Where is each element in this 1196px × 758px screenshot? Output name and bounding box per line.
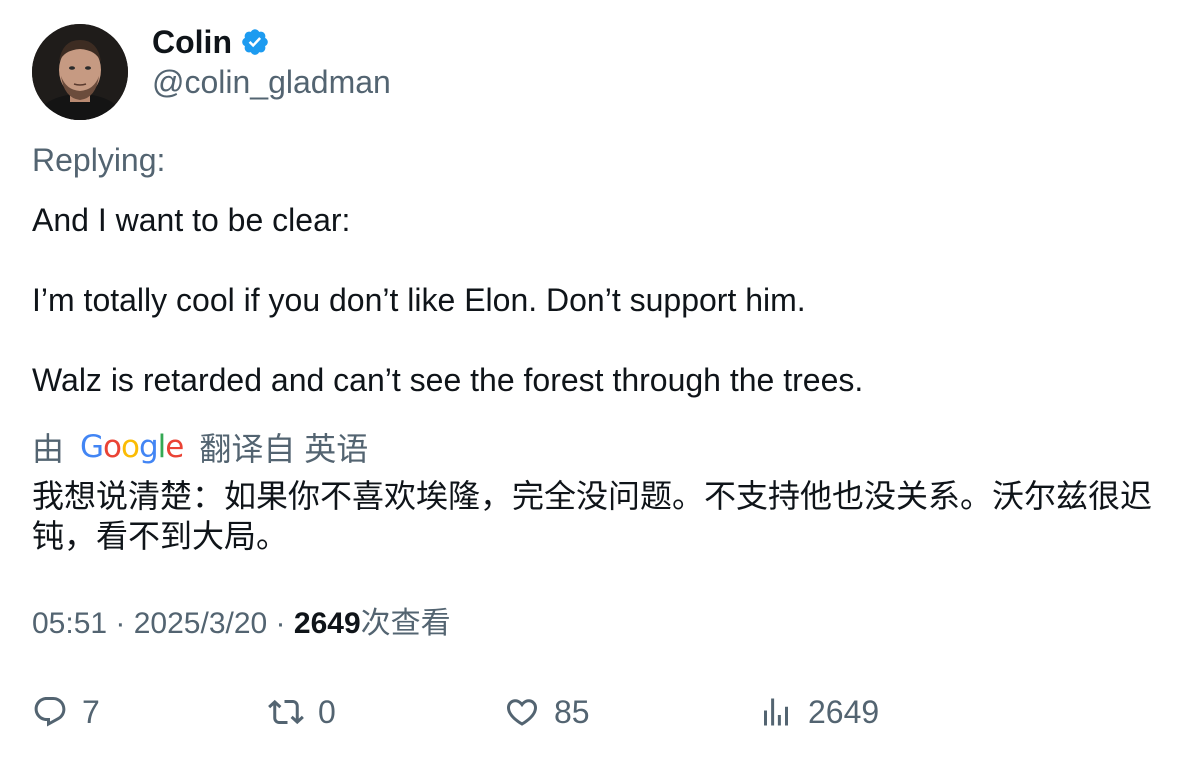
views-count-action: 2649: [808, 693, 880, 730]
retweet-count: 0: [318, 693, 336, 730]
avatar-image: [32, 24, 128, 120]
tweet-time[interactable]: 05:51: [32, 607, 107, 640]
tweet-card: Colin @colin_gladman Replying: And I wan…: [32, 0, 1172, 758]
google-logo: Google: [80, 429, 184, 465]
replying-label: Replying:: [32, 142, 166, 178]
tweet-paragraph: I’m totally cool if you don’t like Elon.…: [32, 282, 806, 318]
author-handle[interactable]: @colin_gladman: [152, 62, 391, 102]
author-display-name-row[interactable]: Colin: [152, 22, 270, 62]
reply-button[interactable]: 7: [32, 690, 100, 734]
action-bar: 7 0 85 2649: [32, 690, 1172, 734]
reply-count: 7: [82, 693, 100, 730]
author-display-name[interactable]: Colin: [152, 22, 232, 62]
like-count: 85: [554, 693, 590, 730]
translated-text: 我想说清楚：如果你不喜欢埃隆，完全没问题。不支持他也没关系。沃尔兹很迟钝，看不到…: [32, 478, 1153, 554]
verified-badge-icon: [242, 29, 268, 55]
tweet-text: And I want to be clear: I’m totally cool…: [32, 200, 1162, 400]
views-count: 2649: [293, 607, 361, 640]
tweet-paragraph: And I want to be clear:: [32, 202, 351, 238]
translated-by-label: 由: [32, 431, 65, 467]
translation-attribution[interactable]: 由 Google 翻译自 英语: [32, 427, 368, 467]
like-button[interactable]: 85: [504, 690, 590, 734]
avatar[interactable]: [32, 24, 128, 120]
views-label: 次查看: [360, 607, 451, 640]
meta-separator: ·: [267, 607, 294, 640]
reply-icon: [34, 697, 66, 727]
retweet-icon: [268, 699, 304, 725]
translated-from-label: 翻译自 英语: [199, 431, 369, 467]
tweet-meta: 05:51 · 2025/3/20 · 2649次查看: [32, 604, 451, 644]
tweet-paragraph: Walz is retarded and can’t see the fores…: [32, 362, 864, 398]
views-button[interactable]: 2649: [758, 690, 879, 734]
heart-icon: [506, 699, 538, 726]
meta-separator: ·: [107, 607, 134, 640]
tweet-date[interactable]: 2025/3/20: [134, 607, 267, 640]
views-chart-icon: [764, 698, 788, 726]
retweet-button[interactable]: 0: [268, 690, 336, 734]
